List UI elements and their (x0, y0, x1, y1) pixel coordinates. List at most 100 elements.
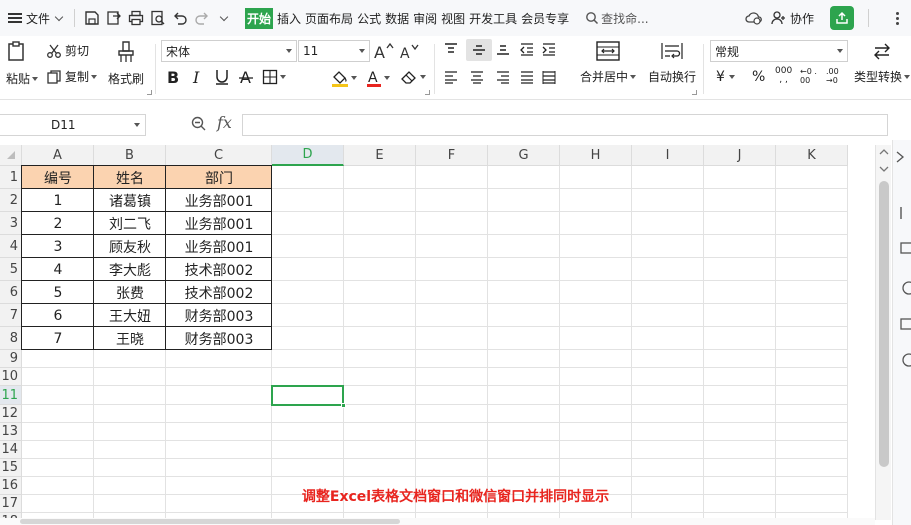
row-header-6[interactable]: 6 (0, 281, 22, 304)
font-group-launcher[interactable] (425, 90, 430, 95)
panel-styles-icon[interactable] (899, 240, 911, 256)
row-header-8[interactable]: 8 (0, 327, 22, 350)
column-header-a[interactable]: A (22, 145, 94, 166)
column-header-k[interactable]: K (776, 145, 848, 166)
column-header-b[interactable]: B (94, 145, 166, 166)
column-header-i[interactable]: I (632, 145, 704, 166)
justify-button[interactable] (519, 70, 535, 84)
panel-collapse-icon[interactable] (895, 150, 909, 164)
row-header-14[interactable]: 14 (0, 441, 22, 459)
scroll-split-icon[interactable] (879, 165, 889, 173)
strikethrough-button[interactable]: A (238, 68, 254, 86)
function-wizard-button[interactable]: fx (217, 113, 232, 132)
align-right-button[interactable] (495, 70, 511, 84)
alignment-group-launcher[interactable] (692, 90, 697, 95)
panel-history-icon[interactable] (899, 352, 911, 368)
percent-button[interactable]: % (752, 69, 765, 85)
underline-button[interactable] (214, 68, 230, 86)
print-preview-icon[interactable] (147, 7, 169, 29)
align-top-button[interactable] (443, 42, 459, 56)
align-middle-button[interactable] (466, 39, 492, 61)
align-bottom-button[interactable] (495, 42, 511, 56)
borders-button[interactable] (262, 69, 286, 85)
tab-data[interactable]: 数据 (383, 0, 411, 36)
zoom-icon[interactable] (190, 115, 208, 133)
decrease-decimal-button[interactable]: .00 →0 (826, 67, 846, 85)
number-format-select[interactable]: 常规 (710, 40, 848, 62)
fill-color-button[interactable] (331, 69, 357, 87)
horizontal-scroll-thumb[interactable] (20, 519, 400, 524)
row-header-5[interactable]: 5 (0, 258, 22, 281)
paste-button[interactable]: 粘贴 (6, 40, 39, 87)
row-header-9[interactable]: 9 (0, 350, 22, 368)
tab-formulas[interactable]: 公式 (355, 0, 383, 36)
collab-button[interactable]: 协作 (771, 10, 814, 27)
tab-page-layout[interactable]: 页面布局 (303, 0, 355, 36)
panel-backup-icon[interactable] (899, 316, 911, 332)
tab-insert[interactable]: 插入 (275, 0, 303, 36)
vertical-scrollbar[interactable] (875, 145, 891, 520)
select-all-corner[interactable] (0, 145, 22, 166)
tab-member[interactable]: 会员专享 (519, 0, 571, 36)
thousands-separator-button[interactable]: 000 , , (775, 67, 792, 85)
merge-center-button[interactable]: 合并居中 (580, 40, 637, 85)
increase-indent-button[interactable] (541, 42, 557, 56)
currency-button[interactable]: ¥ (716, 69, 735, 85)
tab-home[interactable]: 开始 (243, 0, 275, 36)
column-header-e[interactable]: E (344, 145, 416, 166)
cut-button[interactable]: 剪切 (46, 42, 89, 59)
formula-input[interactable] (242, 114, 888, 136)
selected-cell[interactable] (271, 385, 344, 406)
row-header-3[interactable]: 3 (0, 212, 22, 235)
tab-view[interactable]: 视图 (439, 0, 467, 36)
increase-font-button[interactable]: A (374, 42, 394, 60)
tab-review[interactable]: 审阅 (411, 0, 439, 36)
copy-button[interactable]: 复制 (46, 68, 98, 85)
redo-icon[interactable] (191, 7, 213, 29)
spreadsheet-grid[interactable]: ABCDEFGHIJK123456789101112131415161718编号… (0, 145, 875, 520)
undo-icon[interactable] (169, 7, 191, 29)
row-header-15[interactable]: 15 (0, 459, 22, 477)
row-header-1[interactable]: 1 (0, 166, 22, 189)
column-header-g[interactable]: G (488, 145, 560, 166)
row-header-12[interactable]: 12 (0, 405, 22, 423)
vertical-scroll-thumb[interactable] (879, 181, 889, 467)
scroll-up-icon[interactable] (879, 148, 889, 156)
panel-property-icon[interactable] (899, 280, 911, 296)
tab-developer[interactable]: 开发工具 (467, 0, 519, 36)
panel-select-icon[interactable] (899, 205, 911, 221)
row-header-13[interactable]: 13 (0, 423, 22, 441)
bold-button[interactable]: B (166, 68, 180, 86)
italic-button[interactable]: I (191, 68, 205, 86)
decrease-font-button[interactable]: A (400, 42, 420, 60)
row-header-2[interactable]: 2 (0, 189, 22, 212)
row-header-4[interactable]: 4 (0, 235, 22, 258)
print-icon[interactable] (125, 7, 147, 29)
column-header-j[interactable]: J (704, 145, 776, 166)
column-header-h[interactable]: H (560, 145, 632, 166)
row-header-7[interactable]: 7 (0, 304, 22, 327)
share-button[interactable] (830, 6, 854, 30)
name-box[interactable]: D11 (0, 114, 146, 136)
wrap-text-button[interactable]: 自动换行 (648, 40, 696, 85)
type-convert-button[interactable]: 类型转换 (854, 40, 911, 85)
quick-access-more-icon[interactable] (213, 7, 235, 29)
cloud-sync-icon[interactable] (743, 7, 765, 29)
increase-decimal-button[interactable]: ←0 .00 (800, 67, 820, 85)
column-header-f[interactable]: F (416, 145, 488, 166)
column-header-c[interactable]: C (166, 145, 272, 166)
fill-handle[interactable] (341, 403, 346, 408)
clipboard-group-launcher[interactable] (147, 90, 152, 95)
save-icon[interactable] (81, 7, 103, 29)
font-size-select[interactable]: 11 (298, 40, 370, 62)
align-center-button[interactable] (469, 70, 485, 84)
more-options-icon[interactable] (887, 8, 907, 28)
clear-format-button[interactable] (400, 69, 426, 85)
decrease-indent-button[interactable] (519, 42, 535, 56)
row-header-10[interactable]: 10 (0, 368, 22, 386)
command-search[interactable]: 查找命... (585, 10, 649, 27)
export-pdf-icon[interactable] (103, 7, 125, 29)
font-color-button[interactable]: A (366, 69, 390, 87)
format-painter-button[interactable]: 格式刷 (108, 40, 144, 87)
horizontal-scrollbar[interactable] (0, 518, 875, 525)
